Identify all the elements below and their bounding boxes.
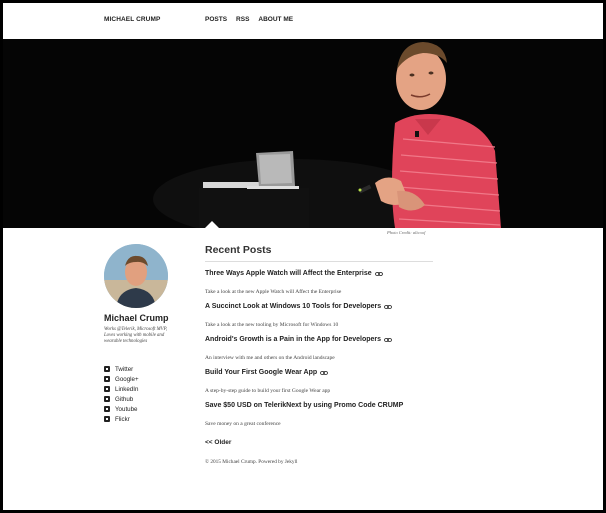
social-links: Twitter Google+ LinkedIn Github Youtube … <box>104 364 139 424</box>
google-plus-link[interactable]: Google+ <box>115 376 139 383</box>
social-item-github: Github <box>104 394 139 404</box>
post-item: A Succinct Look at Windows 10 Tools for … <box>205 303 433 328</box>
nav-about-link[interactable]: ABOUT ME <box>258 16 293 23</box>
nav-posts-link[interactable]: POSTS <box>205 16 227 23</box>
post-description: An interview with me and others on the A… <box>205 355 335 361</box>
post-title-link[interactable]: Save $50 USD on TelerikNext by using Pro… <box>205 402 433 409</box>
post-description: Take a look at the new Apple Watch will … <box>205 289 342 295</box>
post-title: Three Ways Apple Watch will Affect the E… <box>205 270 372 277</box>
photo-credit: Photo Credit: alicoof <box>387 230 426 235</box>
recent-posts-heading: Recent Posts <box>205 244 433 262</box>
post-description: Save money on a great conference <box>205 421 281 427</box>
post-title-link[interactable]: Three Ways Apple Watch will Affect the E… <box>205 270 433 277</box>
post-description: Take a look at the new tooling by Micros… <box>205 322 339 328</box>
hero-banner-photo <box>3 39 603 228</box>
chain-link-icon <box>374 271 383 276</box>
youtube-icon <box>104 406 110 412</box>
recent-posts-section: Recent Posts Three Ways Apple Watch will… <box>205 244 433 465</box>
linkedin-icon <box>104 386 110 392</box>
github-icon <box>104 396 110 402</box>
chain-link-icon <box>384 304 393 309</box>
older-posts-link[interactable]: << Older <box>205 439 433 446</box>
author-bio: Works @Telerik, Microsoft MVP, Loves wor… <box>104 327 168 344</box>
post-title-link[interactable]: Build Your First Google Wear App <box>205 369 433 376</box>
nav-rss-link[interactable]: RSS <box>236 16 249 23</box>
post-item: Build Your First Google Wear App A step-… <box>205 369 433 394</box>
flickr-link[interactable]: Flickr <box>115 416 130 423</box>
linkedin-link[interactable]: LinkedIn <box>115 386 138 393</box>
twitter-link[interactable]: Twitter <box>115 366 133 373</box>
post-title-link[interactable]: A Succinct Look at Windows 10 Tools for … <box>205 303 433 310</box>
main-nav: POSTS RSS ABOUT ME <box>205 16 293 23</box>
chain-link-icon <box>384 337 392 342</box>
author-name: Michael Crump <box>104 313 169 323</box>
site-brand-link[interactable]: MICHAEL CRUMP <box>104 16 160 23</box>
post-description: A step-by-step guide to build your first… <box>205 388 331 394</box>
github-link[interactable]: Github <box>115 396 133 403</box>
post-title-link[interactable]: Android's Growth is a Pain in the App fo… <box>205 336 433 343</box>
footer-copyright: © 2015 Michael Crump. Powered by Jekyll <box>205 459 298 465</box>
post-title: Build Your First Google Wear App <box>205 369 318 376</box>
flickr-icon <box>104 416 110 422</box>
youtube-link[interactable]: Youtube <box>115 406 137 413</box>
social-item-google-plus: Google+ <box>104 374 139 384</box>
avatar <box>104 244 168 308</box>
post-item: Android's Growth is a Pain in the App fo… <box>205 336 433 361</box>
speaker-photo <box>3 39 603 228</box>
twitter-icon <box>104 366 110 372</box>
social-item-linkedin: LinkedIn <box>104 384 139 394</box>
google-plus-icon <box>104 376 110 382</box>
social-item-twitter: Twitter <box>104 364 139 374</box>
chain-link-icon <box>320 370 329 375</box>
top-navbar: MICHAEL CRUMP POSTS RSS ABOUT ME <box>3 3 603 39</box>
author-avatar-image <box>104 244 168 308</box>
post-item: Save $50 USD on TelerikNext by using Pro… <box>205 402 433 427</box>
post-title: Save $50 USD on TelerikNext by using Pro… <box>205 402 404 409</box>
post-title: Android's Growth is a Pain in the App fo… <box>205 336 382 343</box>
social-item-flickr: Flickr <box>104 414 139 424</box>
post-title: A Succinct Look at Windows 10 Tools for … <box>205 303 382 310</box>
post-item: Three Ways Apple Watch will Affect the E… <box>205 270 433 295</box>
hero-pointer <box>205 221 219 228</box>
social-item-youtube: Youtube <box>104 404 139 414</box>
page-frame: MICHAEL CRUMP POSTS RSS ABOUT ME Photo C… <box>3 3 603 510</box>
